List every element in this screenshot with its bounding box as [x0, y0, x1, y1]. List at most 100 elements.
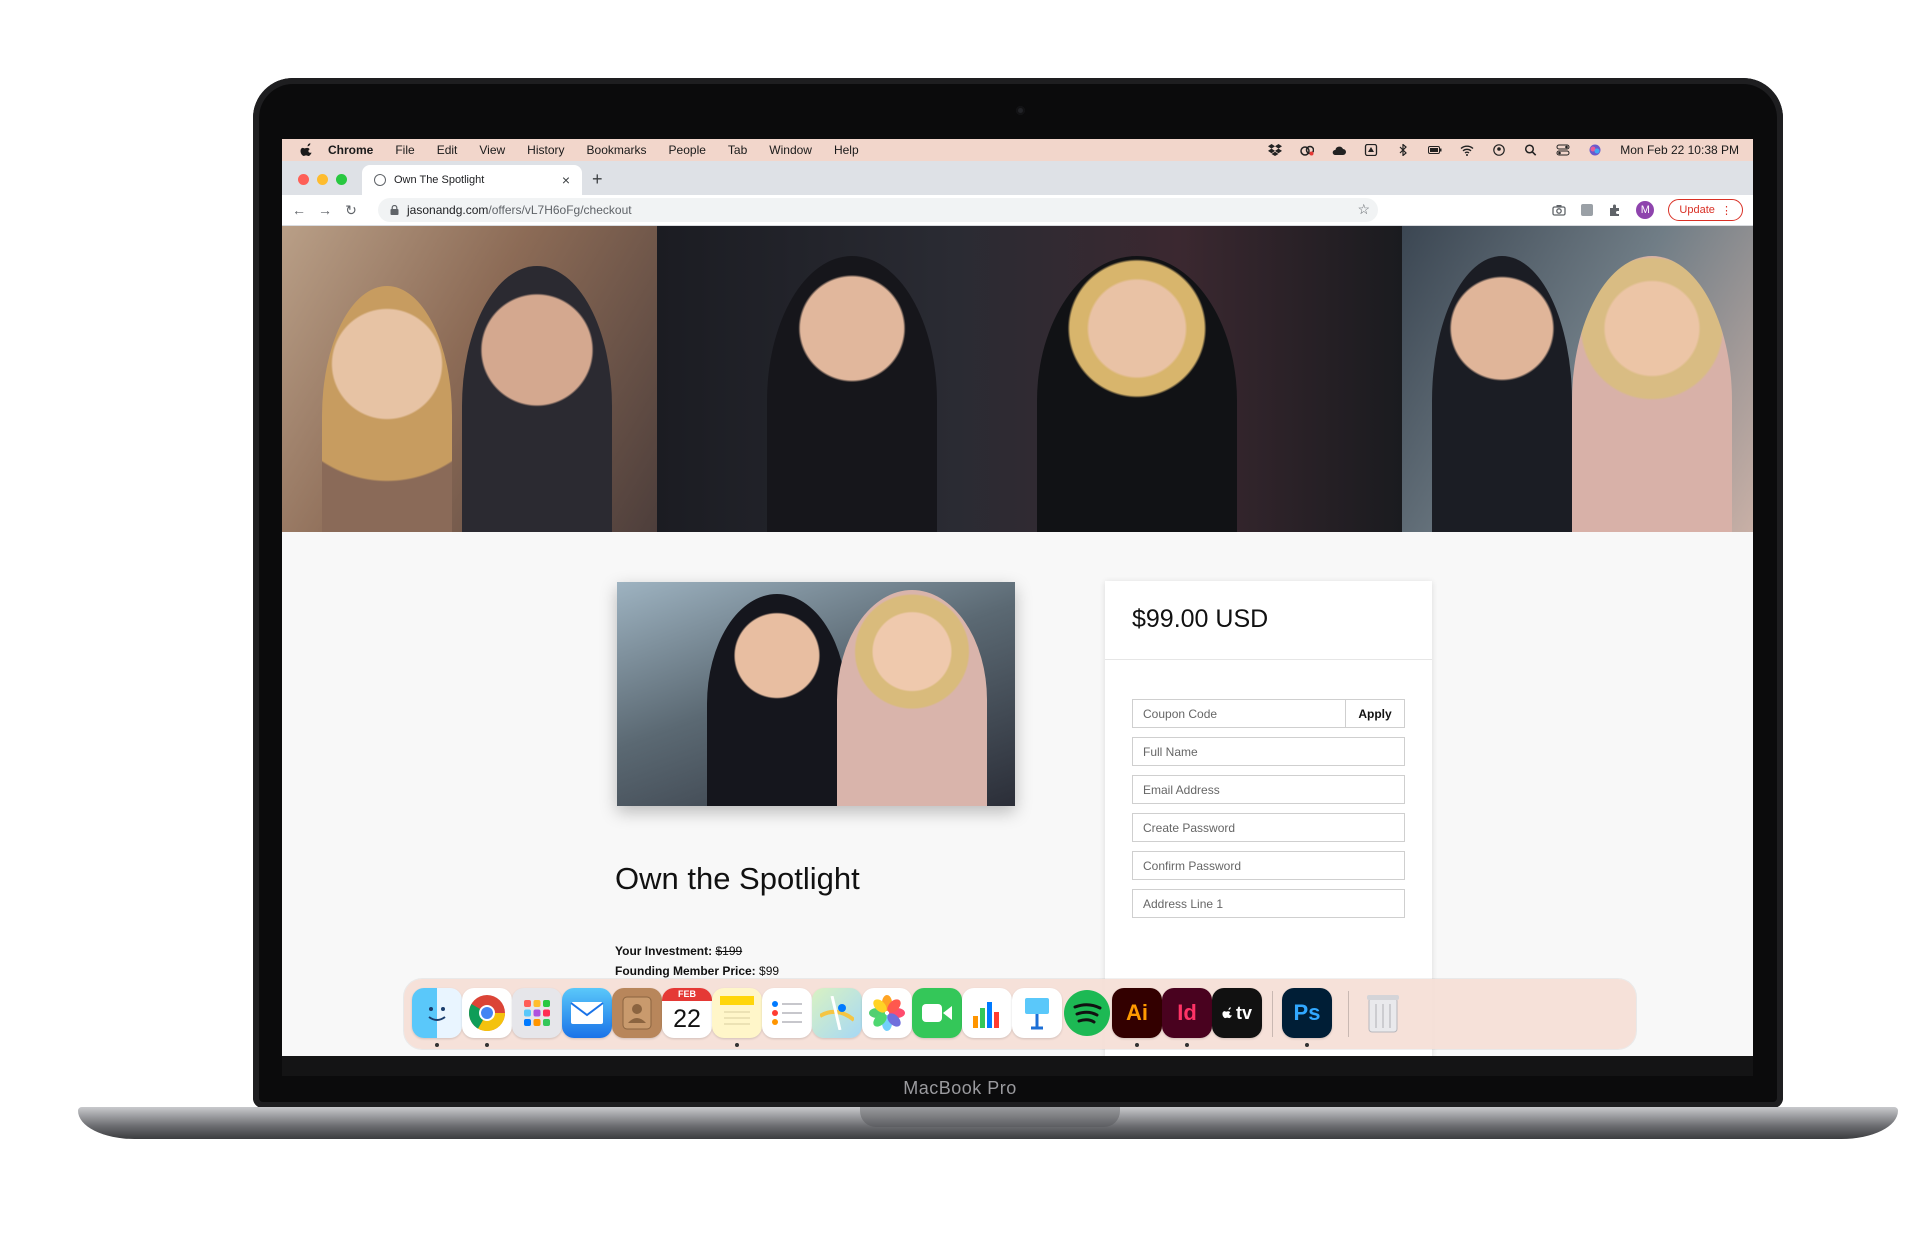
indesign-label: Id — [1177, 1000, 1197, 1025]
apply-coupon-button[interactable]: Apply — [1345, 699, 1405, 728]
bookmark-star-icon[interactable]: ☆ — [1357, 201, 1370, 218]
illustrator-icon[interactable]: Ai — [1112, 988, 1162, 1038]
investment-label: Your Investment: — [615, 944, 713, 958]
web-page: Own the Spotlight Your Investment: $199 … — [282, 226, 1753, 1056]
apple-tv-label: tv — [1235, 1002, 1252, 1023]
investment-line: Your Investment: $199 — [615, 941, 779, 961]
apple-menu-icon[interactable] — [300, 143, 314, 157]
menubar-clock[interactable]: Mon Feb 22 10:38 PM — [1620, 143, 1739, 157]
photoshop-icon[interactable]: Ps — [1282, 988, 1332, 1038]
founding-line: Founding Member Price: $99 — [615, 961, 779, 981]
hero-photo-selfie — [282, 226, 657, 532]
tab-close-icon[interactable]: × — [562, 172, 570, 188]
illustrator-running-dot — [1135, 1043, 1139, 1047]
full-name-input[interactable]: Full Name — [1132, 737, 1405, 766]
menu-edit[interactable]: Edit — [437, 143, 458, 157]
profile-avatar[interactable]: M — [1636, 201, 1655, 219]
bluetooth-icon[interactable] — [1396, 144, 1410, 156]
spotify-icon[interactable] — [1062, 988, 1112, 1038]
cloud-upload-icon[interactable] — [1332, 144, 1347, 156]
notes-icon[interactable] — [712, 988, 762, 1038]
menu-bookmarks[interactable]: Bookmarks — [587, 143, 647, 157]
finder-icon[interactable] — [412, 988, 462, 1038]
dock-separator-trash — [1348, 991, 1349, 1037]
product-title: Own the Spotlight — [615, 861, 860, 896]
indesign-running-dot — [1185, 1043, 1189, 1047]
camera-extension-icon[interactable] — [1552, 203, 1567, 217]
address-line-1-input[interactable]: Address Line 1 — [1132, 889, 1405, 918]
creative-cloud-icon[interactable] — [1300, 144, 1315, 156]
screen-bezel-bottom — [282, 1056, 1753, 1076]
window-zoom-button[interactable] — [336, 174, 347, 185]
screen: Chrome File Edit View History Bookmarks … — [282, 139, 1753, 1056]
browser-tab-strip: Own The Spotlight × + — [282, 161, 1753, 195]
photos-icon[interactable] — [862, 988, 912, 1038]
coupon-code-input[interactable]: Coupon Code — [1132, 699, 1346, 728]
user-switch-icon[interactable] — [1492, 144, 1506, 156]
indesign-icon[interactable]: Id — [1162, 988, 1212, 1038]
battery-icon[interactable] — [1428, 144, 1442, 156]
calendar-month: FEB — [662, 988, 712, 1001]
address-bar[interactable]: jasonandg.com/offers/vL7H6oFg/checkout ☆ — [378, 198, 1378, 222]
menu-app-name[interactable]: Chrome — [328, 143, 373, 157]
back-arrow-icon[interactable]: ← — [290, 202, 308, 218]
url-path: /offers/vL7H6oFg/checkout — [488, 203, 632, 217]
menu-tab[interactable]: Tab — [728, 143, 747, 157]
menu-help[interactable]: Help — [834, 143, 859, 157]
hero-photo-couple — [1402, 226, 1753, 532]
apple-tv-icon[interactable]: tv — [1212, 988, 1262, 1038]
square-app-icon[interactable] — [1364, 144, 1378, 156]
laptop-hinge-notch — [860, 1107, 1120, 1127]
maps-icon[interactable] — [812, 988, 862, 1038]
extension-icon[interactable] — [1580, 203, 1594, 217]
trash-icon[interactable] — [1358, 988, 1408, 1038]
window-close-button[interactable] — [298, 174, 309, 185]
reload-icon[interactable]: ↻ — [342, 202, 360, 219]
menu-history[interactable]: History — [527, 143, 564, 157]
menu-file[interactable]: File — [395, 143, 414, 157]
puzzle-extensions-icon[interactable] — [1608, 203, 1622, 217]
email-address-input[interactable]: Email Address — [1132, 775, 1405, 804]
checkout-price: $99.00 USD — [1132, 605, 1269, 633]
numbers-icon[interactable] — [962, 988, 1012, 1038]
wifi-icon[interactable] — [1460, 144, 1474, 156]
calendar-day: 22 — [673, 1004, 701, 1033]
menu-people[interactable]: People — [669, 143, 706, 157]
mail-icon[interactable] — [562, 988, 612, 1038]
photoshop-label: Ps — [1293, 1000, 1321, 1025]
control-center-icon[interactable] — [1556, 144, 1570, 156]
url-host: jasonandg.com — [407, 203, 489, 217]
launchpad-icon[interactable] — [512, 988, 562, 1038]
browser-tab[interactable]: Own The Spotlight × — [362, 165, 582, 195]
checkout-divider — [1105, 659, 1432, 660]
dock-separator — [1272, 991, 1273, 1037]
product-image — [617, 582, 1015, 806]
create-password-input[interactable]: Create Password — [1132, 813, 1405, 842]
macos-menubar: Chrome File Edit View History Bookmarks … — [282, 139, 1753, 161]
confirm-password-input[interactable]: Confirm Password — [1132, 851, 1405, 880]
pricing-info: Your Investment: $199 Founding Member Pr… — [615, 941, 779, 981]
chrome-update-button[interactable]: Update ⋮ — [1668, 199, 1743, 221]
update-label: Update — [1679, 204, 1715, 216]
forward-arrow-icon[interactable]: → — [316, 202, 334, 218]
webcam — [1016, 106, 1025, 115]
menu-window[interactable]: Window — [769, 143, 812, 157]
keynote-icon[interactable] — [1012, 988, 1062, 1038]
facetime-icon[interactable] — [912, 988, 962, 1038]
new-tab-button[interactable]: + — [592, 169, 603, 190]
dropbox-icon[interactable] — [1268, 144, 1283, 156]
photoshop-running-dot — [1305, 1043, 1309, 1047]
calendar-icon[interactable]: FEB 22 — [662, 988, 712, 1038]
siri-icon[interactable] — [1588, 144, 1602, 156]
browser-toolbar: ← → ↻ jasonandg.com/offers/vL7H6oFg/chec… — [282, 195, 1753, 226]
contacts-icon[interactable] — [612, 988, 662, 1038]
menu-view[interactable]: View — [479, 143, 505, 157]
window-minimize-button[interactable] — [317, 174, 328, 185]
macos-dock: FEB 22 Ai Id tv Ps — [404, 979, 1636, 1049]
hero-photo-interview — [657, 226, 1402, 532]
spotlight-search-icon[interactable] — [1524, 144, 1538, 156]
tab-title: Own The Spotlight — [394, 174, 485, 186]
finder-running-dot — [435, 1043, 439, 1047]
chrome-icon[interactable] — [462, 988, 512, 1038]
reminders-icon[interactable] — [762, 988, 812, 1038]
